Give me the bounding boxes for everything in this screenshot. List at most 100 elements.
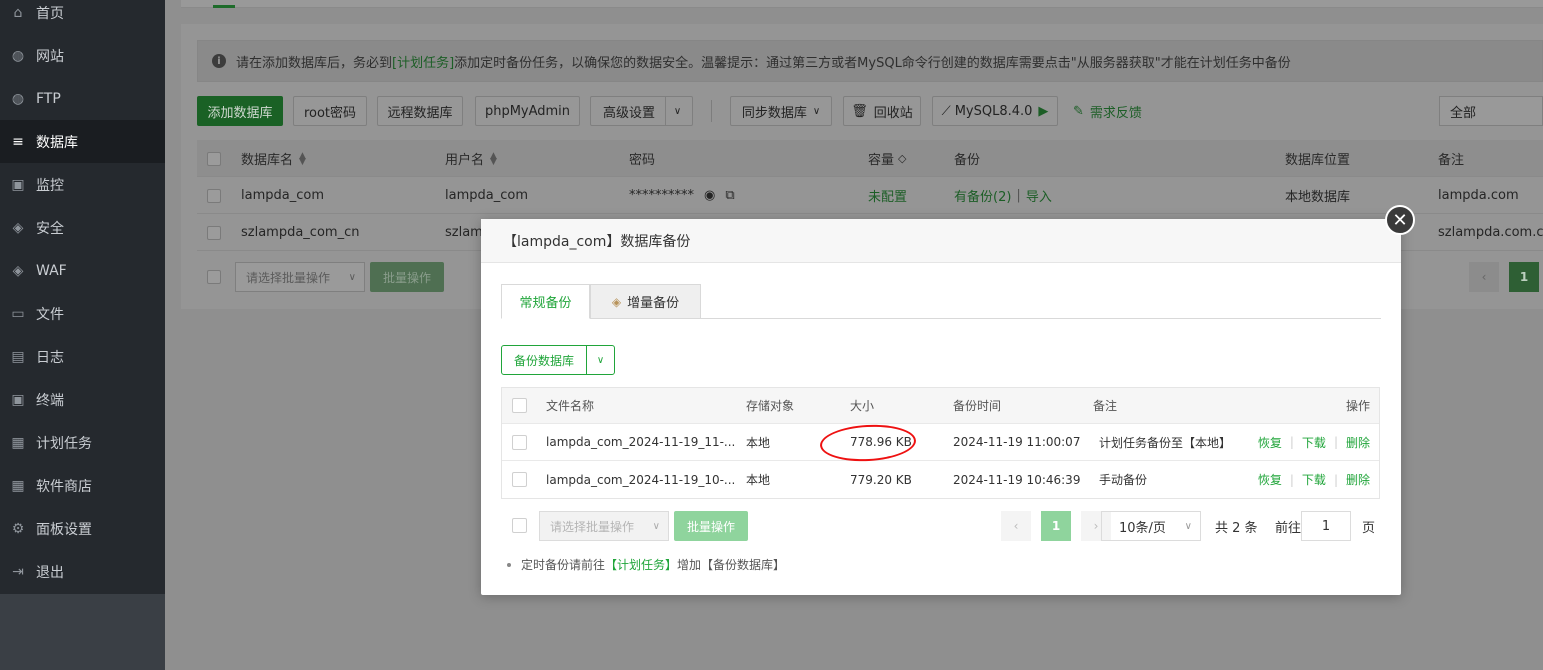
batch-action-button[interactable]: 批量操作 <box>674 511 748 541</box>
footer-checkbox[interactable] <box>512 518 527 533</box>
backup-tip: 定时备份请前往 【计划任务】 增加【备份数据库】 <box>507 556 785 573</box>
sidebar-item-label: 退出 <box>36 564 64 581</box>
recycle-bin-button[interactable]: 🗑 回收站 <box>843 96 921 126</box>
trash-icon: 🗑 <box>851 103 868 119</box>
tab-incremental-backup[interactable]: ◈ 增量备份 <box>590 284 701 319</box>
row-checkbox[interactable] <box>512 424 527 460</box>
sidebar-item-ftp[interactable]: ◍ FTP <box>0 77 165 120</box>
delete-link[interactable]: 删除 <box>1346 434 1370 451</box>
sidebar-item-database[interactable]: ≡ 数据库 <box>0 120 165 163</box>
mysql-version-button[interactable]: ⟋ MySQL8.4.0 ▶ <box>932 96 1058 126</box>
page-1-button[interactable]: 1 <box>1041 511 1071 541</box>
header-capacity: 容量 ◇ <box>868 140 906 177</box>
row-checkbox[interactable] <box>207 177 221 214</box>
feedback-label: 需求反馈 <box>1089 105 1142 121</box>
restore-link[interactable]: 恢复 <box>1258 471 1282 488</box>
terminal-icon: ▣ <box>11 391 25 408</box>
play-icon: ▶ <box>1038 103 1049 119</box>
pipe-divider: | <box>1333 435 1338 449</box>
sidebar-item-waf[interactable]: ◈ WAF <box>0 249 165 292</box>
sidebar-item-terminal[interactable]: ▣ 终端 <box>0 378 165 421</box>
add-database-button[interactable]: 添加数据库 <box>197 96 283 126</box>
header-checkbox[interactable] <box>207 140 221 177</box>
per-page-select[interactable]: 10条/页 ∨ <box>1101 511 1201 541</box>
total-count: 共 2 条 <box>1215 520 1258 536</box>
vip-diamond-icon: ◈ <box>611 294 622 309</box>
chevron-down-icon[interactable]: ∨ <box>586 346 614 374</box>
header-storage: 存储对象 <box>746 399 795 413</box>
sidebar-item-appstore[interactable]: ▦ 软件商店 <box>0 464 165 507</box>
row-checkbox[interactable] <box>512 461 527 498</box>
header-username[interactable]: 用户名 ▲ ▼ <box>445 140 497 177</box>
sidebar-item-label: 首页 <box>36 5 64 22</box>
page-1-button[interactable]: 1 <box>1509 262 1539 292</box>
filter-select[interactable]: 全部 <box>1439 96 1543 126</box>
header-checkbox[interactable] <box>512 388 527 423</box>
logout-icon: ⇥ <box>12 563 24 580</box>
chevron-down-icon: ∨ <box>1184 520 1192 532</box>
copy-icon[interactable]: ⧉ <box>725 188 734 203</box>
batch-select[interactable]: 请选择批量操作 ∨ <box>539 511 669 541</box>
toolbar: 添加数据库 root密码 远程数据库 phpMyAdmin 高级设置 ∨ 同步数据… <box>197 96 1543 126</box>
chevron-down-icon: ∨ <box>665 97 689 125</box>
batch-select[interactable]: 请选择批量操作 ∨ <box>235 262 365 292</box>
feedback-link[interactable]: ✎ 需求反馈 <box>1073 96 1142 126</box>
batch-action-button[interactable]: 批量操作 <box>370 262 444 292</box>
footer-checkbox[interactable] <box>207 270 221 284</box>
eye-icon[interactable]: ◉ <box>704 188 715 203</box>
prev-page-button[interactable]: ‹ <box>1469 262 1499 292</box>
sidebar-item-settings[interactable]: ⚙ 面板设置 <box>0 507 165 550</box>
backup-database-label: 备份数据库 <box>514 353 575 368</box>
remark-cell: 手动备份 <box>1099 473 1148 487</box>
import-link[interactable]: 导入 <box>1026 186 1052 205</box>
location-cell: 本地数据库 <box>1285 190 1351 205</box>
sidebar-item-files[interactable]: ▭ 文件 <box>0 292 165 335</box>
advanced-settings-button[interactable]: 高级设置 ∨ <box>590 96 693 126</box>
sort-icon: ▲ ▼ <box>490 150 497 167</box>
header-db-name[interactable]: 数据库名 ▲ ▼ <box>241 140 306 177</box>
modal-close-button[interactable]: ✕ <box>1385 205 1415 235</box>
sidebar-item-cron[interactable]: ▦ 计划任务 <box>0 421 165 464</box>
sort-icon: ▲ ▼ <box>299 150 306 167</box>
notice-cron-link[interactable]: [计划任务] <box>392 52 454 71</box>
tip-cron-link[interactable]: 【计划任务】 <box>605 556 677 573</box>
capacity-cell[interactable]: 未配置 <box>868 177 907 214</box>
row-checkbox[interactable] <box>207 214 221 251</box>
header-size: 大小 <box>850 399 875 413</box>
root-password-button[interactable]: root密码 <box>293 96 367 126</box>
sidebar: ⌂ 首页 ◍ 网站 ◍ FTP ≡ 数据库 ▣ 监控 ◈ 安全 ◈ WAF ▭ 文件 ▤ 日志 ▣… <box>0 0 165 670</box>
gear-icon: ⚙ <box>11 520 25 537</box>
password-mask: ********** <box>629 188 694 203</box>
vip-icon: ◇ <box>898 152 907 165</box>
chevron-down-icon: ∨ <box>652 520 660 532</box>
sidebar-item-logout[interactable]: ⇥ 退出 <box>0 550 165 593</box>
download-link[interactable]: 下载 <box>1302 471 1326 488</box>
tab-regular-backup[interactable]: 常规备份 <box>501 284 590 319</box>
remote-database-button[interactable]: 远程数据库 <box>377 96 463 126</box>
tab-incremental-label: 增量备份 <box>627 296 680 311</box>
sidebar-item-website[interactable]: ◍ 网站 <box>0 34 165 77</box>
username-cell: lampda_com <box>445 188 528 203</box>
restore-link[interactable]: 恢复 <box>1258 434 1282 451</box>
modal-footer: 请选择批量操作 ∨ 批量操作 ‹ 1 › 10条/页 ∨ 共 2 条 前往 1 页 <box>501 511 1381 541</box>
backup-link[interactable]: 有备份(2) <box>954 186 1011 205</box>
header-backup: 备份 <box>954 153 981 168</box>
delete-link[interactable]: 删除 <box>1346 471 1370 488</box>
sidebar-item-label: 软件商店 <box>36 478 92 495</box>
sidebar-item-logs[interactable]: ▤ 日志 <box>0 335 165 378</box>
sidebar-item-monitor[interactable]: ▣ 监控 <box>0 163 165 206</box>
info-icon: i <box>212 54 226 68</box>
sidebar-item-home[interactable]: ⌂ 首页 <box>0 0 165 34</box>
backup-table: 文件名称 存储对象 大小 备份时间 备注 操作 lampda_com_2024-… <box>501 387 1380 499</box>
monitor-icon: ▣ <box>11 176 25 193</box>
password-cell: ********** ◉ ⧉ <box>629 177 735 214</box>
phpmyadmin-button[interactable]: phpMyAdmin <box>475 96 580 126</box>
database-icon: ≡ <box>12 133 24 150</box>
goto-page-input[interactable]: 1 <box>1301 511 1351 541</box>
sidebar-item-security[interactable]: ◈ 安全 <box>0 206 165 249</box>
prev-page-button[interactable]: ‹ <box>1001 511 1031 541</box>
download-link[interactable]: 下载 <box>1302 434 1326 451</box>
sync-database-button[interactable]: 同步数据库 ∨ <box>730 96 832 126</box>
backup-database-button[interactable]: 备份数据库 ∨ <box>501 345 615 375</box>
remark-cell: 计划任务备份至【本地】 <box>1099 435 1232 450</box>
